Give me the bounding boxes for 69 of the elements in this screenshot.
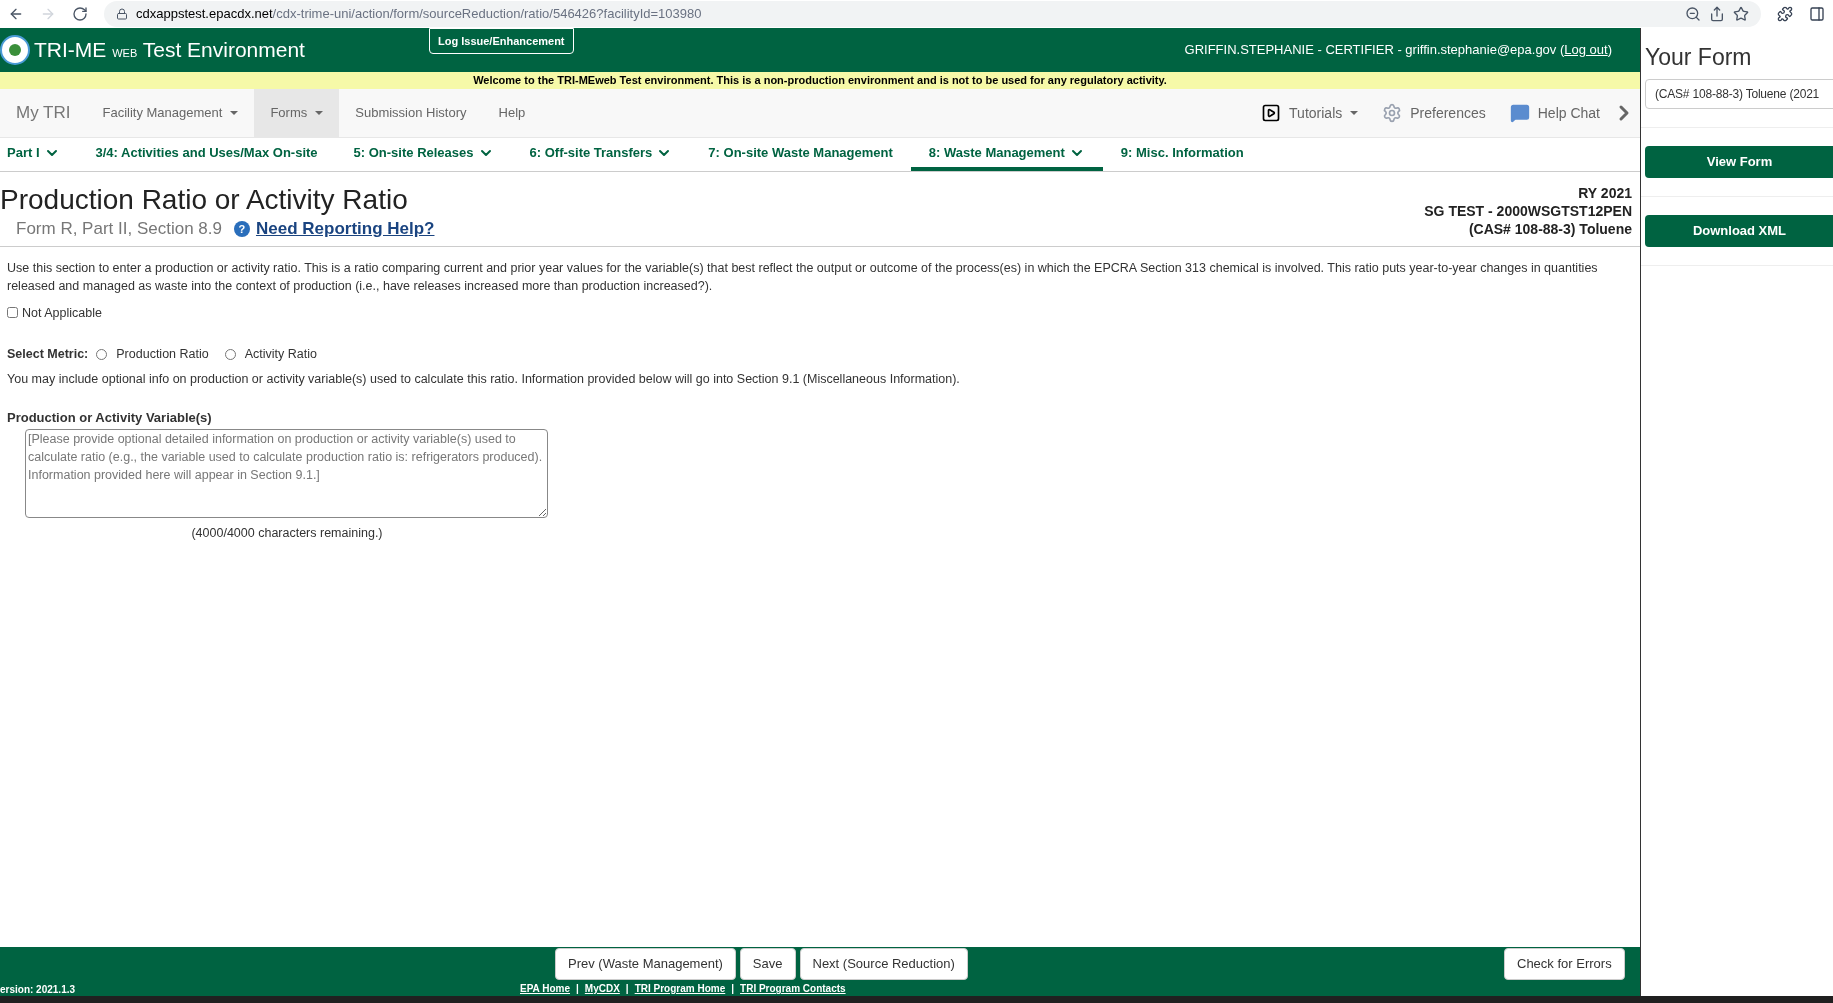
reload-icon[interactable] [72, 6, 88, 22]
footer-nav-button[interactable]: Next (Source Reduction) [799, 948, 968, 980]
sidebar-button[interactable]: View Form [1645, 145, 1833, 178]
footer-link[interactable]: TRI Program Contacts [740, 981, 846, 996]
nav-menu-item[interactable]: Submission History [339, 89, 483, 137]
characters-remaining: (4000/4000 characters remaining.) [190, 525, 384, 543]
help-icon: ? [233, 220, 250, 237]
footer-nav-button[interactable]: Prev (Waste Management) [555, 948, 736, 980]
radio-label: Production Ratio [116, 346, 209, 364]
footer-link[interactable]: EPA Home [520, 981, 570, 996]
share-icon[interactable] [1709, 6, 1725, 22]
nav-menu-item[interactable]: Forms [254, 89, 340, 137]
radio-label: Activity Ratio [244, 346, 317, 364]
link-separator: | [731, 982, 735, 996]
section-tab[interactable]: 3/4: Activities and Uses/Max On-site [77, 138, 336, 171]
page-title: Production Ratio or Activity Ratio [0, 184, 409, 216]
note-text: You may include optional info on production or activity variable(s) used to calculate this ratio. Information provided below will go into Section 9.1 (Miscellaneous Information). [7, 371, 961, 388]
star-icon[interactable] [1733, 6, 1749, 22]
version-text: ersion: 2021.1.3 [0, 983, 76, 997]
nav-menu-item[interactable]: Help [482, 89, 542, 137]
form-info-text: (CAS# 108-88-3) Toluene [1468, 220, 1632, 238]
not-applicable-checkbox[interactable] [7, 307, 18, 319]
url-text: cdxappstest.epacdx.net/cdx-trime-uni/action/form/sourceReduction/ratio/546426?facilityId=103980 [136, 5, 702, 24]
video-icon [1261, 103, 1282, 123]
back-icon[interactable] [8, 6, 24, 22]
metric-radio[interactable] [224, 349, 236, 361]
footer-link[interactable]: MyCDX [584, 981, 620, 996]
help-link[interactable]: Need Reporting Help? [255, 216, 435, 242]
metric-label: Select Metric: [7, 346, 89, 364]
test-environment-banner: Welcome to the TRI-MEweb Test environment. This is a non-production environment and is not to be used for any regulatory activity. [0, 72, 1640, 89]
logout-link[interactable]: Log out [1564, 42, 1608, 58]
address-bar[interactable]: cdxappstest.epacdx.net/cdx-trime-uni/action/form/sourceReduction/ratio/546426?facilityId=103980 [104, 1, 1761, 27]
nav-tool-link[interactable]: Help Chat [1497, 89, 1612, 137]
form-selector[interactable]: (CAS# 108-88-3) Toluene (2021 [1645, 78, 1833, 109]
nav-menu-item[interactable]: Facility Management [86, 89, 255, 137]
zoom-icon[interactable] [1685, 6, 1701, 22]
sidebar-title: Your Form [1644, 43, 1753, 72]
nav-tool-link[interactable]: Tutorials [1249, 89, 1371, 137]
site-title: TRI-ME WEB Test Environment [34, 37, 305, 64]
footer-nav-button[interactable]: Save [739, 948, 796, 980]
section-tab[interactable]: 6: Off-site Transfers [511, 138, 691, 171]
agency-logo-icon [0, 35, 30, 65]
nav-tool-link[interactable]: Preferences [1370, 89, 1498, 137]
lock-icon [116, 8, 128, 20]
checkbox-label: Not Applicable [22, 304, 102, 322]
link-separator: | [576, 982, 579, 996]
side-panel-icon[interactable] [1809, 6, 1825, 22]
form-info-text: SG TEST - 2000WSGTST12PEN [1424, 202, 1632, 220]
form-info-text: RY 2021 [1578, 184, 1632, 202]
section-tab[interactable]: 9: Misc. Information [1102, 138, 1262, 171]
link-separator: | [625, 982, 629, 996]
home-link[interactable]: My TRI [0, 89, 87, 137]
chat-icon [1509, 103, 1530, 123]
section-tab[interactable]: 5: On-site Releases [335, 138, 512, 171]
section-tab[interactable]: 8: Waste Management [910, 138, 1103, 171]
check-errors-button[interactable]: Check for Errors [1504, 948, 1625, 980]
gear-icon [1382, 103, 1403, 123]
section-description: Use this section to enter a production or activity ratio. This is a ratio comparing current and prior year values for the variable(s) that best reflect the output or outcome of the process(es) in which the EPCRA Section 313 chemical is involved. This ratio puts year-to-year changes in quantities released and managed as waste into the context of production (i.e., have releases increased more than production increased?). [7, 259, 1599, 295]
extensions-icon[interactable] [1777, 6, 1793, 22]
section-tab[interactable]: Part I [0, 138, 78, 171]
field-label: Production or Activity Variable(s) [7, 408, 213, 427]
sidebar-button[interactable]: Download XML [1645, 214, 1833, 247]
user-info: GRIFFIN.STEPHANIE - CERTIFIER - griffin.stephanie@epa.gov (Log out) [1184, 41, 1612, 60]
log-issue-button[interactable]: Log Issue/Enhancement [429, 28, 574, 54]
metric-radio[interactable] [96, 349, 108, 361]
variable-textarea[interactable]: [Please provide optional detailed information on production or activity variable(s) used to calculate ratio (e.g., the variable used to calculate production ratio is: refrigerators produced). Information provided here will appear in Section 9.1.] [25, 429, 548, 519]
page-subtitle: Form R, Part II, Section 8.9 [16, 218, 222, 240]
section-tab[interactable]: 7: On-site Waste Management [690, 138, 911, 171]
footer-link[interactable]: TRI Program Home [634, 981, 726, 996]
